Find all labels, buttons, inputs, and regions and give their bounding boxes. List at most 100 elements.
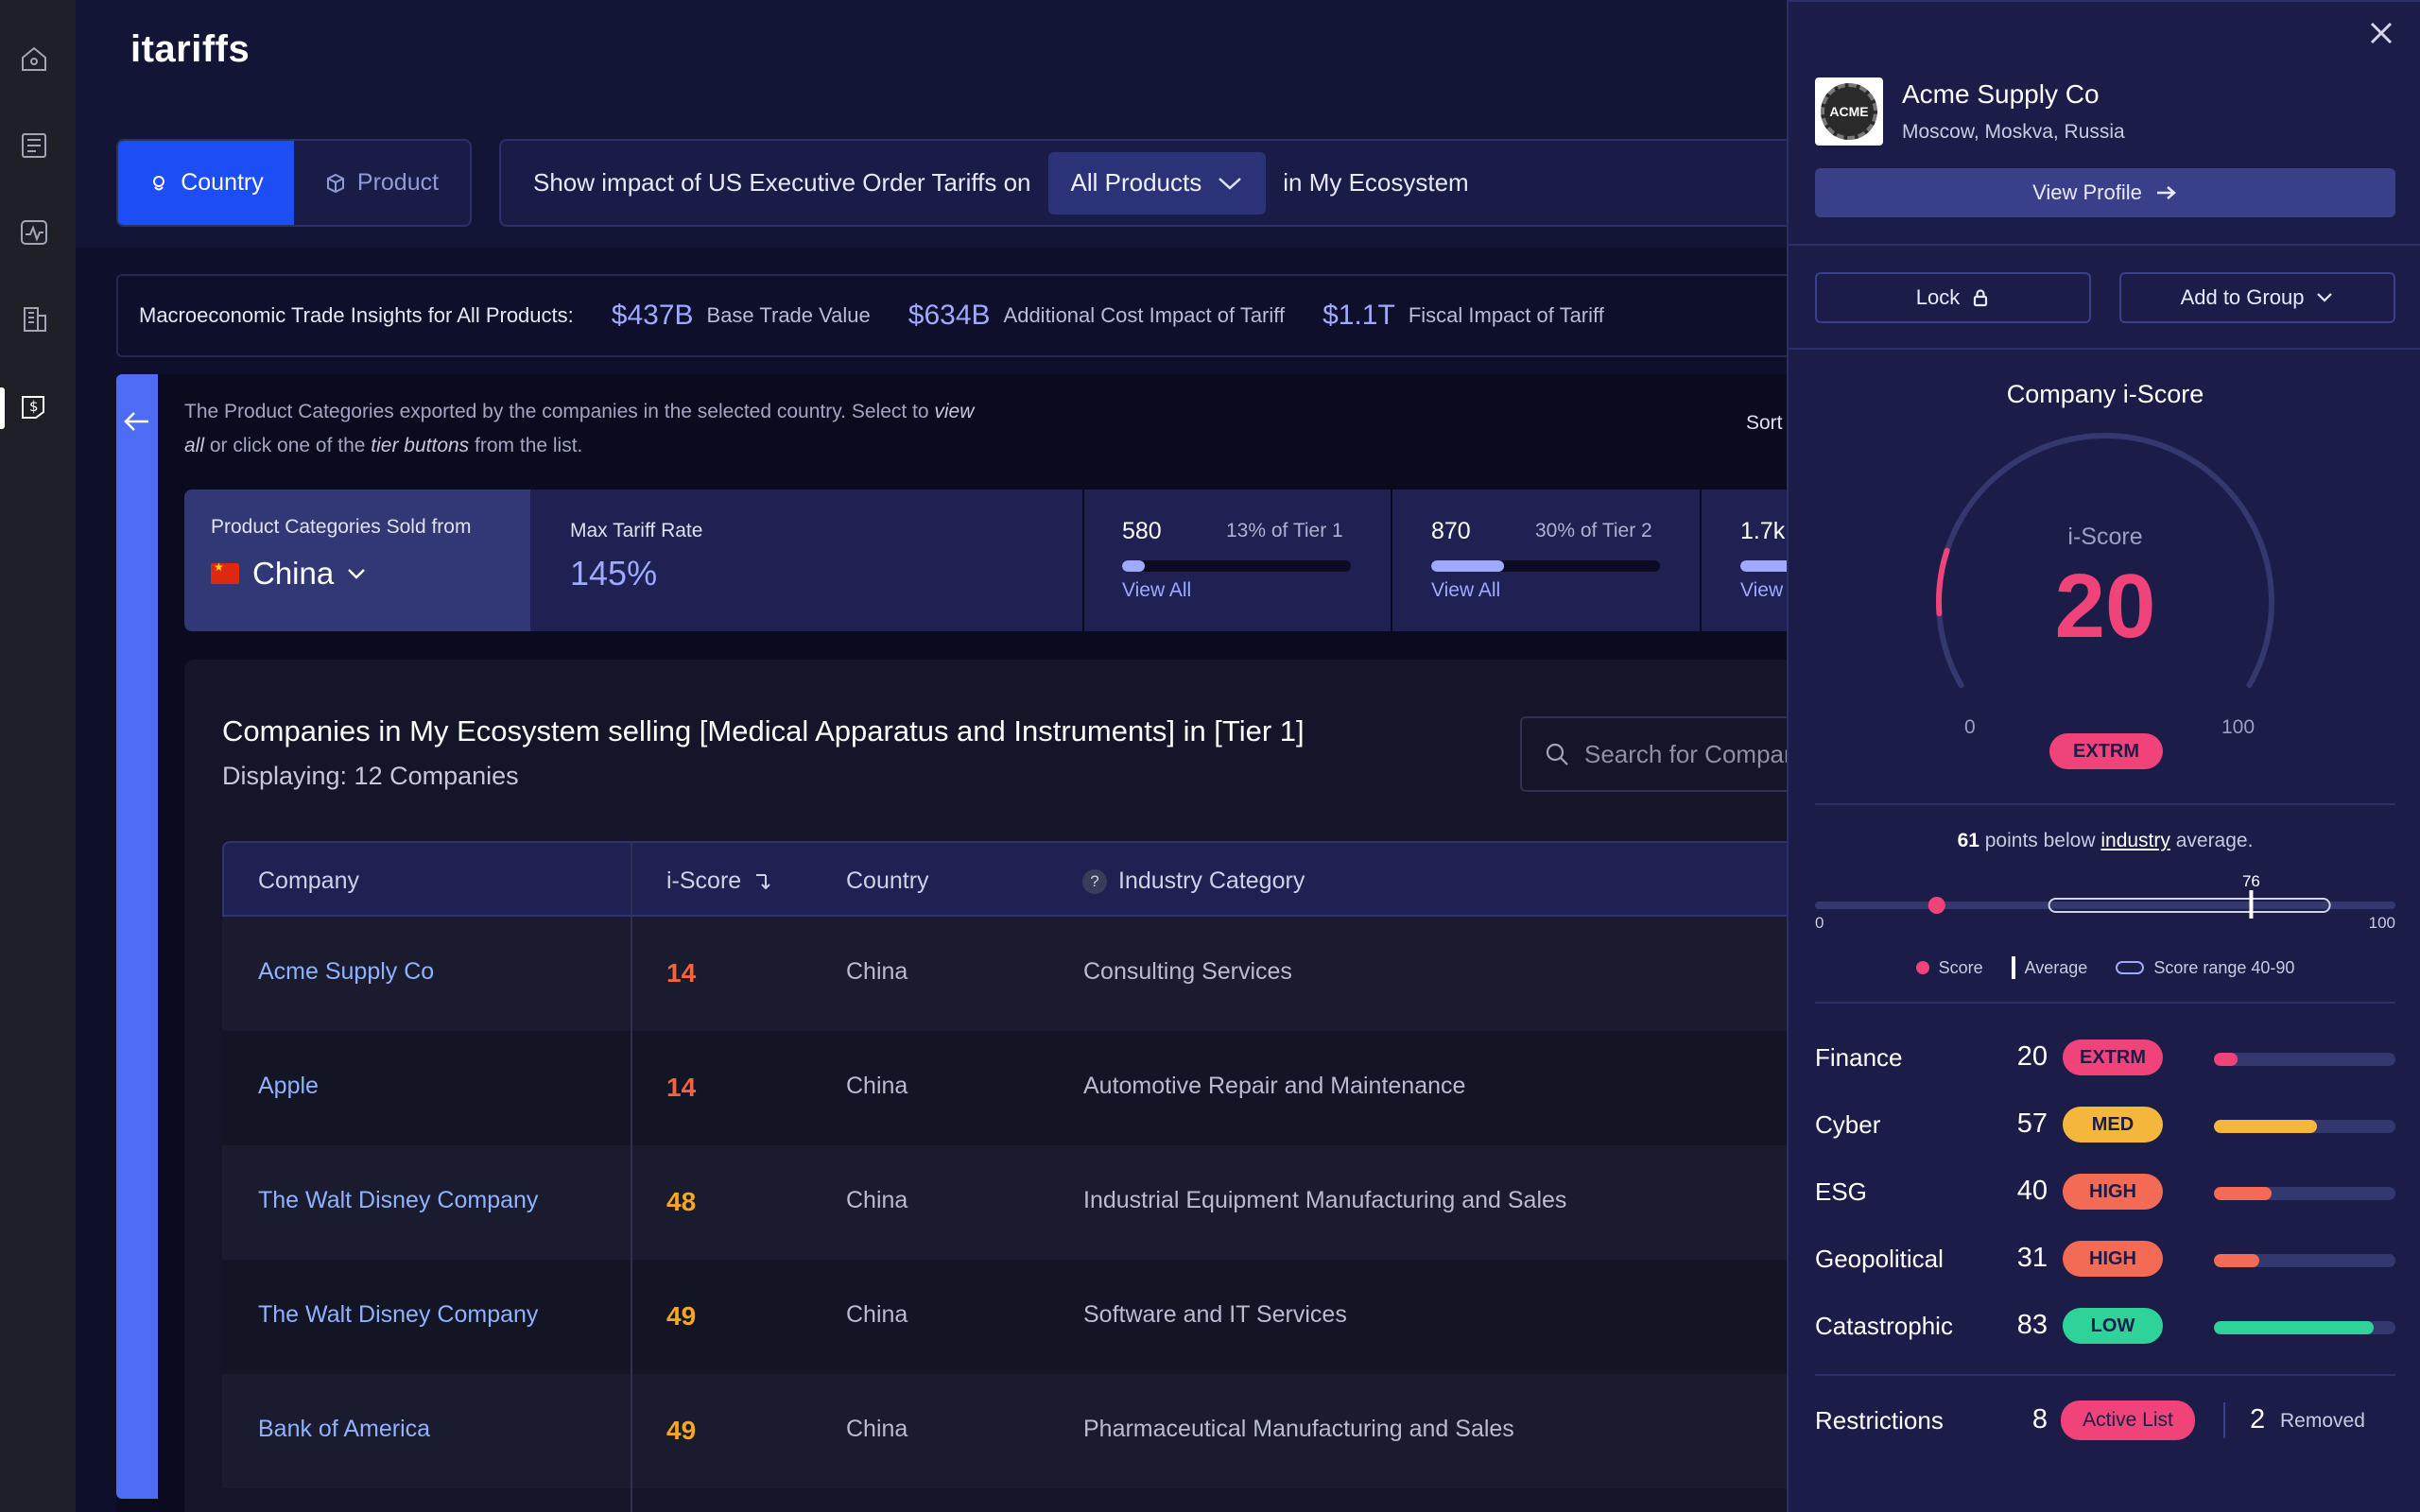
lock-button[interactable]: Lock	[1815, 272, 2091, 323]
newspaper-icon[interactable]	[15, 127, 53, 164]
divider	[1815, 1374, 2395, 1376]
company-link[interactable]: The Walt Disney Company	[258, 1187, 538, 1214]
back-arrow-icon[interactable]	[122, 408, 152, 435]
metric-level-badge: EXTRM	[2063, 1040, 2163, 1075]
metric-bar	[2214, 1053, 2395, 1066]
tier-card[interactable]: 870 30% of Tier 2 View All	[1393, 490, 1702, 631]
col-company-label: Company	[258, 868, 359, 894]
gauge-min: 0	[1964, 716, 1976, 738]
product-dropdown-value: All Products	[1070, 168, 1202, 197]
country-value: China	[846, 1073, 908, 1099]
industry-value: Industrial Equipment Manufacturing and S…	[1083, 1187, 1567, 1213]
metric-name: Catastrophic	[1815, 1312, 1953, 1340]
sort-control[interactable]: Sort	[1746, 412, 1783, 435]
col-country[interactable]: Country	[846, 868, 929, 895]
sold-from-selector[interactable]: Product Categories Sold from China	[184, 490, 530, 631]
view-profile-button[interactable]: View Profile	[1815, 168, 2395, 217]
tier-view-all-link[interactable]: View All	[1431, 579, 1700, 602]
table-row[interactable]: The Walt Disney Company 48 China Industrial…	[222, 1145, 1853, 1260]
tariff-icon[interactable]: $	[15, 387, 53, 425]
view-profile-label: View Profile	[2032, 180, 2142, 204]
column-divider	[631, 841, 632, 1512]
range-max: 100	[2369, 914, 2395, 928]
box-icon	[326, 173, 344, 193]
country-select[interactable]: China	[211, 556, 530, 592]
company-link[interactable]: Apple	[258, 1073, 319, 1100]
active-nav-indicator	[0, 387, 5, 429]
close-icon[interactable]	[2367, 19, 2395, 47]
metric-bar-fill	[2214, 1053, 2238, 1066]
score-marker	[1927, 897, 1945, 914]
table-row[interactable]: Acme Supply Co 14 China Consulting Services	[222, 917, 1853, 1031]
product-toggle-button[interactable]: Product	[294, 141, 470, 225]
activity-icon[interactable]	[15, 214, 53, 251]
col-country-label: Country	[846, 868, 929, 894]
add-to-group-label: Add to Group	[2180, 285, 2305, 309]
desc-text: The Product Categories exported by the c…	[184, 401, 935, 422]
tier-progress	[1122, 560, 1351, 572]
company-link[interactable]: Acme Supply Co	[258, 958, 434, 986]
tier-progress-fill	[1122, 560, 1146, 572]
legend-score: Score	[1915, 957, 1983, 978]
macro-stat-label: Fiscal Impact of Tariff	[1408, 303, 1604, 327]
below-text: points below	[1979, 830, 2101, 851]
col-company[interactable]: Company	[258, 868, 359, 895]
legend-tick	[2011, 956, 2015, 979]
metric-row: Geopolitical 31 HIGH	[1815, 1241, 2395, 1279]
industry-value: Consulting Services	[1083, 958, 1292, 985]
table-row[interactable]: Bank of America 49 China Pharmaceutical Man…	[222, 1374, 1853, 1488]
categories-description: The Product Categories exported by the c…	[184, 395, 978, 463]
impact-suffix: in My Ecosystem	[1283, 168, 1469, 197]
restrictions-count: 8	[2031, 1404, 2048, 1435]
companies-title: Companies in My Ecosystem selling [Medic…	[222, 714, 1305, 747]
range-legend: Score Average Score range 40-90	[1789, 956, 2420, 979]
range-min: 0	[1815, 914, 1824, 928]
restrictions-row: Restrictions 8 Active List 2 Removed	[1815, 1399, 2395, 1442]
divider	[1789, 244, 2420, 246]
country-toggle-label: Country	[181, 169, 264, 196]
macro-stat-label: Additional Cost Impact of Tariff	[1003, 303, 1286, 327]
table-row[interactable]: Apple 14 China Automotive Repair and Mainte…	[222, 1031, 1853, 1145]
metric-bar-fill	[2214, 1187, 2273, 1200]
home-icon[interactable]	[15, 40, 53, 77]
lock-label: Lock	[1915, 285, 1961, 309]
col-iscore[interactable]: i-Score	[666, 868, 771, 895]
companies-table: Company i-Score Country ? Industry Catego…	[222, 841, 1853, 1512]
help-icon[interactable]: ?	[1082, 868, 1107, 894]
country-toggle-button[interactable]: Country	[118, 141, 294, 225]
metric-value: 20	[2016, 1041, 2048, 1072]
below-points: 61	[1957, 830, 1979, 851]
country-select-value: China	[252, 556, 335, 591]
sort-desc-icon[interactable]	[752, 871, 771, 892]
company-link[interactable]: Bank of America	[258, 1416, 430, 1443]
score-title: Company i-Score	[2006, 380, 2204, 408]
metric-name: Finance	[1815, 1043, 1903, 1072]
metric-value: 83	[2016, 1310, 2048, 1340]
active-list-badge[interactable]: Active List	[2061, 1400, 2195, 1440]
metric-level-badge: MED	[2063, 1107, 2163, 1143]
legend-score-label: Score	[1938, 957, 1983, 977]
divider	[2223, 1402, 2225, 1438]
metric-bar-fill	[2214, 1321, 2374, 1334]
product-dropdown[interactable]: All Products	[1047, 151, 1267, 215]
tier-card[interactable]: 580 13% of Tier 1 View All	[1084, 490, 1392, 631]
impact-prefix: Show impact of US Executive Order Tariff…	[533, 168, 1031, 197]
max-tariff-label: Max Tariff Rate	[570, 520, 703, 541]
tier-progress	[1431, 560, 1660, 572]
col-industry[interactable]: ? Industry Category	[1082, 868, 1305, 895]
iscore-value: 49	[666, 1416, 697, 1445]
macro-insights-bar: Macroeconomic Trade Insights for All Pro…	[116, 274, 1853, 357]
company-link[interactable]: The Walt Disney Company	[258, 1301, 538, 1329]
restrictions-label: Restrictions	[1815, 1406, 1944, 1435]
industry-link[interactable]: industry	[2100, 830, 2170, 851]
tier-view-all-link[interactable]: View All	[1122, 579, 1391, 602]
buildings-icon[interactable]	[15, 301, 53, 338]
sold-from-label: Product Categories Sold from	[211, 516, 472, 538]
legend-average: Average	[2011, 956, 2087, 979]
desc-text: from the list.	[469, 435, 583, 456]
add-to-group-button[interactable]: Add to Group	[2119, 272, 2395, 323]
view-toggle: Country Product	[116, 139, 472, 227]
company-logo-seal: ACME	[1821, 83, 1877, 140]
score-badge: EXTRM	[2049, 733, 2163, 769]
table-row[interactable]: The Walt Disney Company 49 China Software a…	[222, 1260, 1853, 1374]
